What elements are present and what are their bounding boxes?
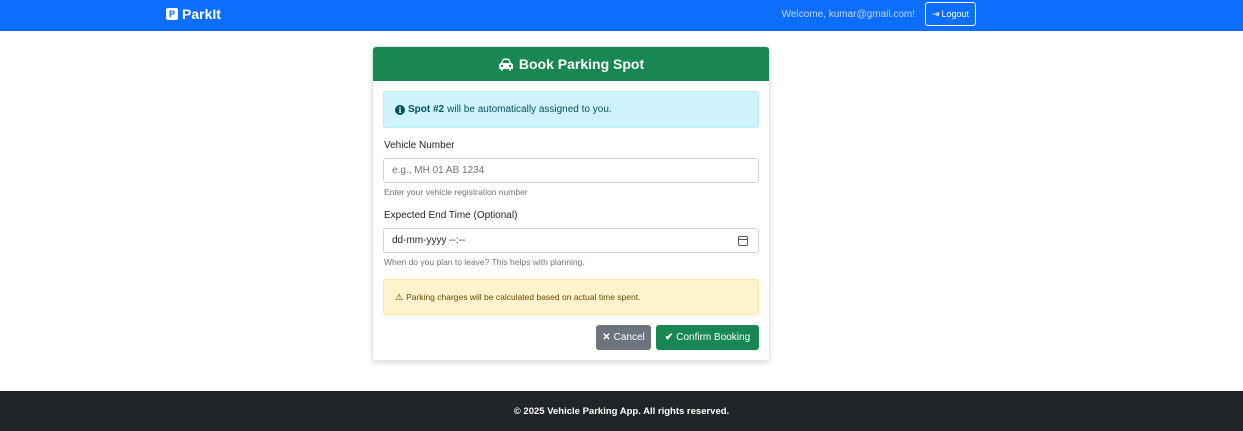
copyright-text: © 2025 Vehicle Parking App. All rights r…	[513, 405, 730, 417]
calendar-icon[interactable]	[738, 236, 748, 246]
parking-logo-icon: P	[166, 8, 178, 20]
logout-button[interactable]: ⇥ Logout	[925, 2, 976, 26]
car-icon	[498, 58, 514, 71]
confirm-booking-button[interactable]: ✔ Confirm Booking	[656, 325, 759, 350]
welcome-text: Welcome, kumar@gmail.com!	[781, 9, 915, 20]
booking-card: Book Parking Spot i Spot #2 will be auto…	[372, 46, 770, 361]
cancel-button[interactable]: ✕ Cancel	[596, 325, 651, 350]
warning-icon: ⚠	[395, 291, 404, 302]
vehicle-number-input[interactable]	[383, 158, 759, 183]
check-icon: ✔	[664, 332, 674, 343]
spot-number: Spot #2	[408, 104, 445, 115]
spot-info-alert: i Spot #2 will be automatically assigned…	[383, 91, 759, 128]
vehicle-number-label: Vehicle Number	[384, 140, 455, 151]
brand-link[interactable]: P ParkIt	[166, 6, 221, 22]
info-icon: i	[395, 104, 405, 115]
footer: © 2025 Vehicle Parking App. All rights r…	[0, 391, 1243, 431]
charges-warning-alert: ⚠ Parking charges will be calculated bas…	[383, 279, 759, 315]
confirm-label: Confirm Booking	[676, 332, 751, 343]
logout-label: Logout	[941, 9, 970, 19]
card-header: Book Parking Spot	[373, 47, 769, 81]
end-time-help: When do you plan to leave? This helps wi…	[384, 257, 585, 267]
end-time-value: dd-mm-yyyy --:--	[392, 235, 466, 246]
cancel-label: Cancel	[613, 332, 645, 343]
card-title: Book Parking Spot	[518, 56, 645, 72]
vehicle-number-help: Enter your vehicle registration number	[384, 187, 528, 197]
navbar: P ParkIt Welcome, kumar@gmail.com! ⇥ Log…	[0, 0, 1243, 31]
logout-icon: ⇥	[931, 8, 940, 19]
charges-warning-text: Parking charges will be calculated based…	[406, 292, 641, 302]
close-icon: ✕	[602, 332, 611, 343]
end-time-label: Expected End Time (Optional)	[384, 210, 518, 221]
spot-info-text: will be automatically assigned to you.	[447, 104, 612, 115]
brand-name: ParkIt	[182, 6, 221, 22]
